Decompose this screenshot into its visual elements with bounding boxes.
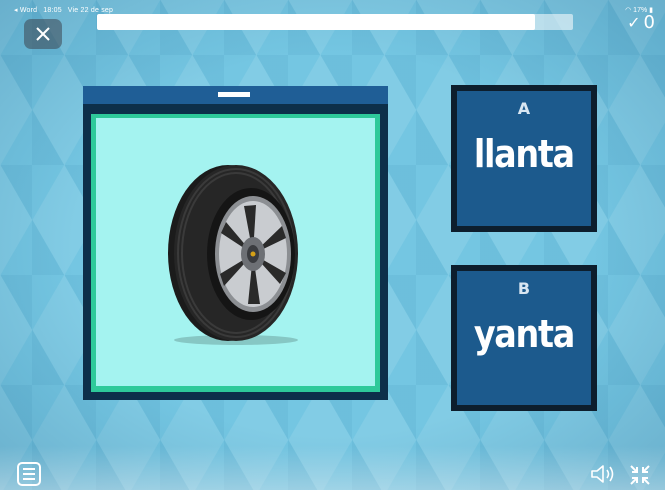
tire-icon [168,165,298,345]
menu-icon [23,468,35,470]
image-area [96,118,375,386]
answer-a-word: llanta [474,132,575,176]
answer-b-word: yanta [473,312,575,356]
image-frame [91,114,380,392]
question-image-card [83,86,388,400]
answer-b-inner: B yanta [457,271,591,405]
status-bar-left: ◂ Word 18:05 Vie 22 de sep [14,6,119,14]
check-icon: ✓ [627,13,641,32]
progress-fill [97,14,535,30]
collapse-icon[interactable] [628,463,652,487]
header-mark [218,92,250,97]
status-back-app[interactable]: ◂ Word [14,7,37,14]
speaker-icon[interactable] [590,463,616,485]
close-icon [36,27,50,41]
image-card-header [83,86,388,104]
status-date: Vie 22 de sep [67,7,114,14]
answer-option-a[interactable]: A llanta [451,85,597,232]
answer-option-b[interactable]: B yanta [451,265,597,411]
bottom-shade [0,446,665,490]
answer-a-letter: A [517,99,531,118]
close-button[interactable] [24,19,62,49]
status-time: 18:05 [43,7,62,14]
progress-bar [97,14,573,30]
score-value: 0 [643,12,655,33]
score-counter: ✓ 0 [627,12,655,33]
menu-button[interactable] [17,462,41,486]
answer-b-letter: B [517,279,531,298]
answer-a-inner: A llanta [457,91,591,226]
